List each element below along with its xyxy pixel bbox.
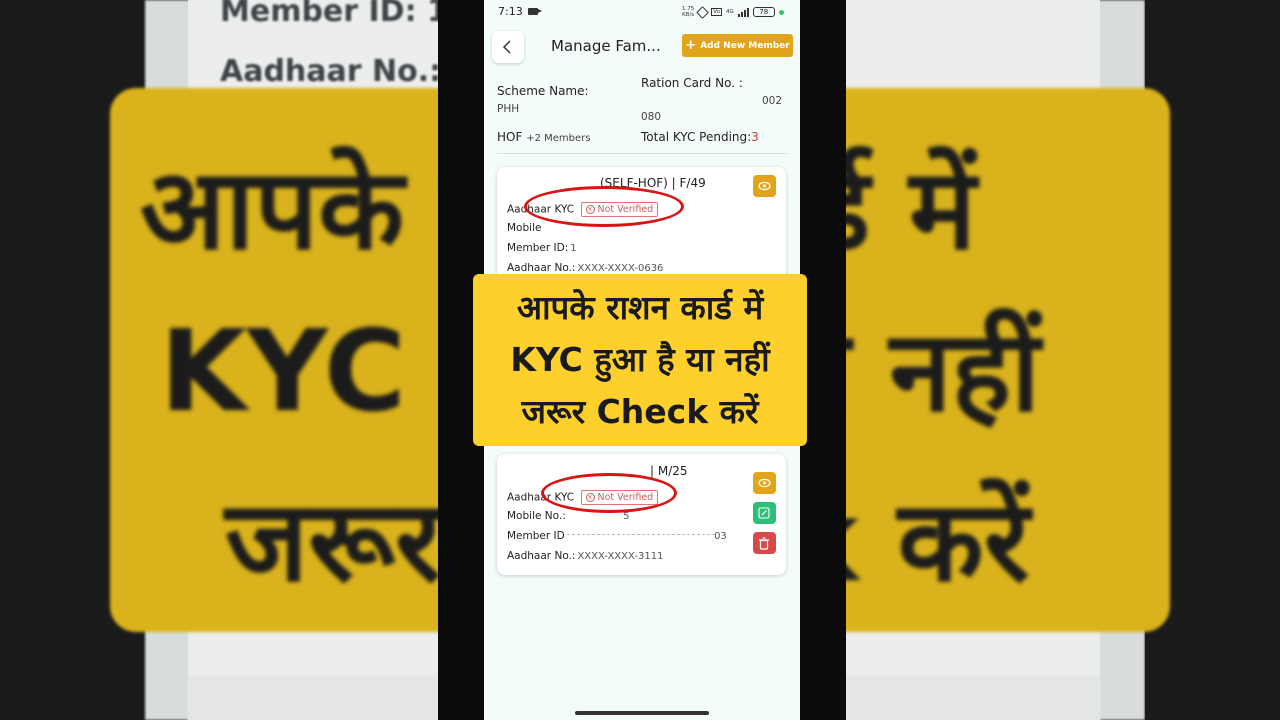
battery-icon: 78 (752, 7, 775, 17)
scheme-label: Scheme Name: (497, 84, 589, 98)
location-arrow-icon (696, 5, 710, 19)
highlight-circle (541, 473, 677, 513)
banner-line-3: जरूर Check करें (521, 392, 759, 431)
privacy-dot-icon (778, 9, 784, 15)
trash-icon (759, 537, 769, 550)
mobile-label: Mobile (507, 222, 542, 234)
bg-aadhaar-text: Aadhaar No.: (220, 54, 442, 89)
add-new-member-label: Add New Member (700, 40, 790, 51)
banner-line-2: KYC हुआ है या नहीं (510, 340, 770, 379)
aadhaar-value: XXXX-XXXX-0636 (577, 263, 664, 274)
member-heading: | M/25 (650, 464, 688, 478)
edit-icon (758, 507, 770, 519)
delete-member-button[interactable] (753, 532, 776, 554)
aadhaar-label: Aadhaar No.: (507, 262, 576, 274)
scheme-value: PHH (497, 103, 520, 115)
status-icons: 1.75 KB/s Vo 4G 78 (682, 5, 784, 19)
member-id-value: 1 (570, 243, 577, 254)
status-bar: 7:13 1.75 KB/s Vo 4G 78 (484, 0, 800, 26)
add-new-member-button[interactable]: + Add New Member (682, 34, 793, 57)
kyc-pending: Total KYC Pending:3 (641, 130, 759, 144)
redaction-line (567, 534, 715, 535)
edit-member-button[interactable] (753, 502, 776, 524)
highlight-circle (524, 186, 684, 227)
back-button[interactable] (492, 31, 524, 63)
aadhaar-row: Aadhaar No.: XXXX-XXXX-3111 (507, 550, 663, 562)
banner-line-1: आपके राशन कार्ड में (516, 288, 764, 327)
mobile-value-tail: 5 (623, 511, 630, 522)
members-count: +2 Members (526, 133, 591, 144)
chevron-left-icon (502, 40, 511, 54)
ration-card-value-line2: 080 (641, 111, 662, 123)
hof-label: HOF +2 Members (497, 130, 590, 144)
view-member-button[interactable] (753, 472, 776, 494)
member-id-label: Member ID (507, 530, 565, 542)
hof-text: HOF (497, 130, 523, 144)
gesture-home-bar[interactable] (575, 711, 709, 715)
aadhaar-row: Aadhaar No.: XXXX-XXXX-0636 (507, 262, 663, 274)
eye-icon (758, 181, 771, 191)
kyc-pending-label: Total KYC Pending: (641, 130, 752, 144)
app-header: Manage Fam... + Add New Member (484, 28, 800, 64)
network-speed: 1.75 KB/s (682, 6, 694, 18)
aadhaar-value: XXXX-XXXX-3111 (577, 551, 664, 562)
aadhaar-label: Aadhaar No.: (507, 550, 576, 562)
bg-member-id-text: Member ID: 1 (220, 0, 448, 29)
member-id-value-tail: 03 (714, 531, 727, 542)
ration-card-value-suffix: 002 (762, 95, 783, 107)
status-time: 7:13 (498, 5, 523, 18)
member-id-row: Member ID: 1 (507, 242, 577, 254)
eye-icon (758, 478, 771, 488)
network-type: 4G (725, 9, 734, 15)
overlay-banner: आपके राशन कार्ड में KYC हुआ है या नहीं ज… (473, 274, 807, 446)
member-card: | M/25 Aadhaar KYC ✕ Not Verified Mobile… (497, 454, 786, 575)
view-member-button[interactable] (753, 175, 776, 197)
plus-icon: + (685, 38, 697, 53)
kyc-pending-value: 3 (751, 130, 759, 144)
volte-icon: Vo (711, 8, 722, 16)
member-id-row: Member ID 03 (507, 530, 727, 542)
ration-card-summary: Scheme Name: PHH Ration Card No. : 002 0… (497, 72, 787, 154)
member-card: (SELF-HOF) | F/49 Aadhaar KYC ✕ Not Veri… (497, 167, 786, 287)
speed-unit: KB/s (682, 12, 695, 18)
ration-card-label: Ration Card No. : (641, 76, 743, 90)
signal-icon (737, 7, 749, 17)
video-record-icon (528, 8, 542, 15)
page-title: Manage Fam... (551, 37, 661, 55)
video-frame: Member ID: 1 Aadhaar No.: आपके राशन कार्… (0, 0, 1280, 720)
member-id-label: Member ID: (507, 242, 569, 254)
mobile-label: Mobile No.: (507, 510, 566, 522)
